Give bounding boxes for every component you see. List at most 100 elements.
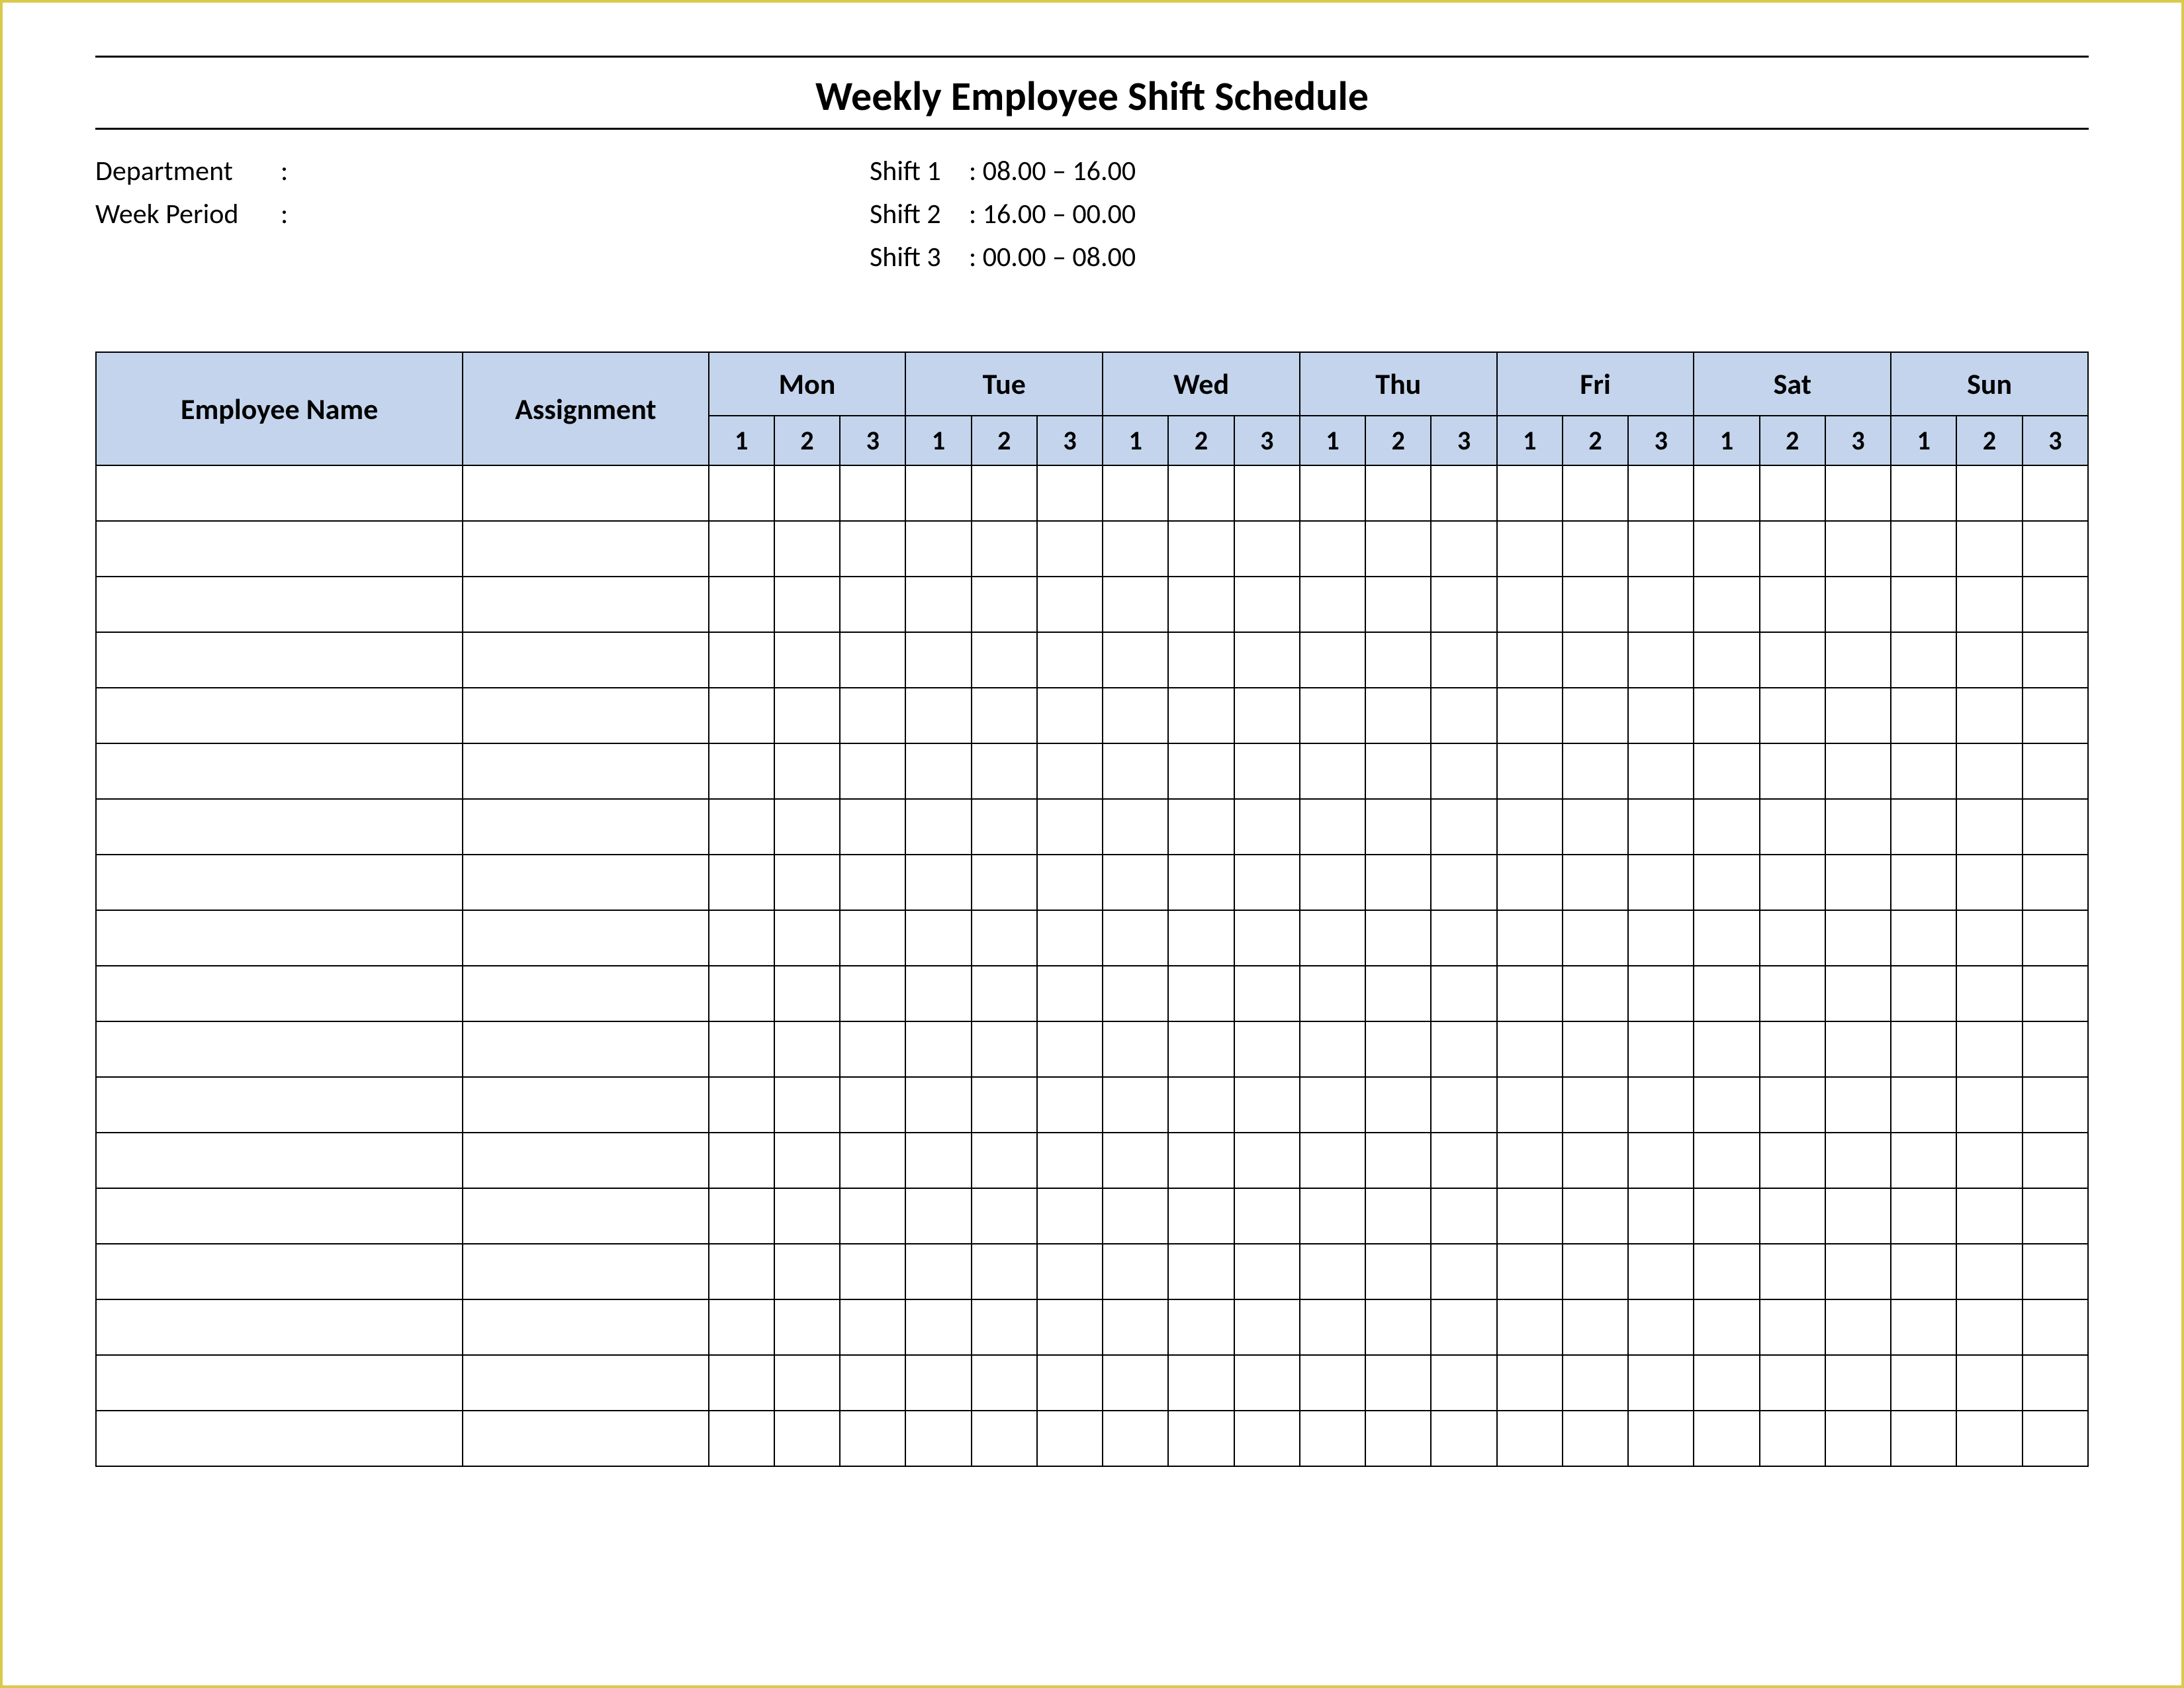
cell-shift[interactable] <box>840 688 905 743</box>
cell-shift[interactable] <box>840 465 905 521</box>
cell-shift[interactable] <box>1891 743 1956 799</box>
cell-shift[interactable] <box>1825 465 1891 521</box>
cell-shift[interactable] <box>1365 743 1431 799</box>
cell-shift[interactable] <box>1103 1244 1168 1299</box>
cell-assignment[interactable] <box>463 1133 708 1188</box>
cell-shift[interactable] <box>1234 577 1300 632</box>
cell-shift[interactable] <box>1628 855 1694 910</box>
cell-shift[interactable] <box>1234 855 1300 910</box>
cell-shift[interactable] <box>905 688 971 743</box>
cell-shift[interactable] <box>1037 855 1103 910</box>
cell-assignment[interactable] <box>463 743 708 799</box>
cell-shift[interactable] <box>1628 632 1694 688</box>
cell-shift[interactable] <box>1103 1188 1168 1244</box>
cell-shift[interactable] <box>1103 465 1168 521</box>
cell-shift[interactable] <box>1760 465 1825 521</box>
cell-employee-name[interactable] <box>96 966 463 1021</box>
cell-shift[interactable] <box>1497 577 1563 632</box>
cell-shift[interactable] <box>1891 1021 1956 1077</box>
cell-shift[interactable] <box>840 1411 905 1466</box>
cell-shift[interactable] <box>709 1411 774 1466</box>
cell-shift[interactable] <box>1234 1411 1300 1466</box>
cell-shift[interactable] <box>1168 465 1234 521</box>
cell-shift[interactable] <box>1300 855 1365 910</box>
cell-shift[interactable] <box>972 966 1037 1021</box>
cell-shift[interactable] <box>709 743 774 799</box>
cell-shift[interactable] <box>1431 1188 1496 1244</box>
cell-shift[interactable] <box>774 632 840 688</box>
cell-shift[interactable] <box>1563 688 1628 743</box>
cell-shift[interactable] <box>1365 910 1431 966</box>
cell-shift[interactable] <box>905 743 971 799</box>
cell-shift[interactable] <box>1694 1411 1759 1466</box>
cell-shift[interactable] <box>1956 1021 2022 1077</box>
cell-shift[interactable] <box>1891 855 1956 910</box>
cell-shift[interactable] <box>1628 743 1694 799</box>
cell-shift[interactable] <box>1497 799 1563 855</box>
cell-shift[interactable] <box>1825 1077 1891 1133</box>
cell-shift[interactable] <box>1234 1299 1300 1355</box>
cell-employee-name[interactable] <box>96 1299 463 1355</box>
cell-shift[interactable] <box>1234 1077 1300 1133</box>
cell-shift[interactable] <box>972 1188 1037 1244</box>
cell-shift[interactable] <box>1563 1355 1628 1411</box>
cell-shift[interactable] <box>1365 632 1431 688</box>
cell-shift[interactable] <box>1694 577 1759 632</box>
cell-shift[interactable] <box>1760 1077 1825 1133</box>
cell-employee-name[interactable] <box>96 1188 463 1244</box>
cell-shift[interactable] <box>709 1244 774 1299</box>
cell-shift[interactable] <box>1234 1188 1300 1244</box>
cell-shift[interactable] <box>1891 1355 1956 1411</box>
cell-shift[interactable] <box>774 1021 840 1077</box>
cell-shift[interactable] <box>1891 1077 1956 1133</box>
cell-shift[interactable] <box>972 855 1037 910</box>
cell-shift[interactable] <box>709 1021 774 1077</box>
cell-shift[interactable] <box>1365 577 1431 632</box>
cell-shift[interactable] <box>1431 688 1496 743</box>
cell-shift[interactable] <box>1825 1355 1891 1411</box>
cell-shift[interactable] <box>1103 521 1168 577</box>
cell-shift[interactable] <box>1956 521 2022 577</box>
cell-shift[interactable] <box>1037 1077 1103 1133</box>
cell-shift[interactable] <box>905 577 971 632</box>
cell-employee-name[interactable] <box>96 743 463 799</box>
cell-shift[interactable] <box>1563 743 1628 799</box>
cell-shift[interactable] <box>905 1188 971 1244</box>
cell-shift[interactable] <box>774 855 840 910</box>
cell-assignment[interactable] <box>463 966 708 1021</box>
cell-employee-name[interactable] <box>96 688 463 743</box>
cell-shift[interactable] <box>2023 743 2088 799</box>
cell-shift[interactable] <box>1694 966 1759 1021</box>
cell-shift[interactable] <box>1694 688 1759 743</box>
cell-shift[interactable] <box>840 1188 905 1244</box>
cell-shift[interactable] <box>1628 465 1694 521</box>
cell-shift[interactable] <box>2023 1188 2088 1244</box>
cell-shift[interactable] <box>1563 465 1628 521</box>
cell-shift[interactable] <box>2023 632 2088 688</box>
cell-shift[interactable] <box>1168 1077 1234 1133</box>
cell-shift[interactable] <box>1234 688 1300 743</box>
cell-shift[interactable] <box>1365 1355 1431 1411</box>
cell-shift[interactable] <box>709 910 774 966</box>
cell-shift[interactable] <box>709 521 774 577</box>
cell-shift[interactable] <box>1300 1021 1365 1077</box>
cell-shift[interactable] <box>1956 1077 2022 1133</box>
cell-shift[interactable] <box>972 577 1037 632</box>
cell-shift[interactable] <box>1563 1133 1628 1188</box>
cell-shift[interactable] <box>1365 1244 1431 1299</box>
cell-shift[interactable] <box>1300 1077 1365 1133</box>
cell-shift[interactable] <box>1497 910 1563 966</box>
cell-shift[interactable] <box>1300 577 1365 632</box>
cell-shift[interactable] <box>1563 799 1628 855</box>
cell-employee-name[interactable] <box>96 1021 463 1077</box>
cell-shift[interactable] <box>972 632 1037 688</box>
cell-shift[interactable] <box>774 1244 840 1299</box>
cell-shift[interactable] <box>1760 1244 1825 1299</box>
cell-assignment[interactable] <box>463 1299 708 1355</box>
cell-shift[interactable] <box>1300 1133 1365 1188</box>
cell-shift[interactable] <box>1431 1299 1496 1355</box>
cell-shift[interactable] <box>1234 743 1300 799</box>
cell-shift[interactable] <box>1956 1244 2022 1299</box>
cell-shift[interactable] <box>1694 743 1759 799</box>
cell-shift[interactable] <box>2023 799 2088 855</box>
